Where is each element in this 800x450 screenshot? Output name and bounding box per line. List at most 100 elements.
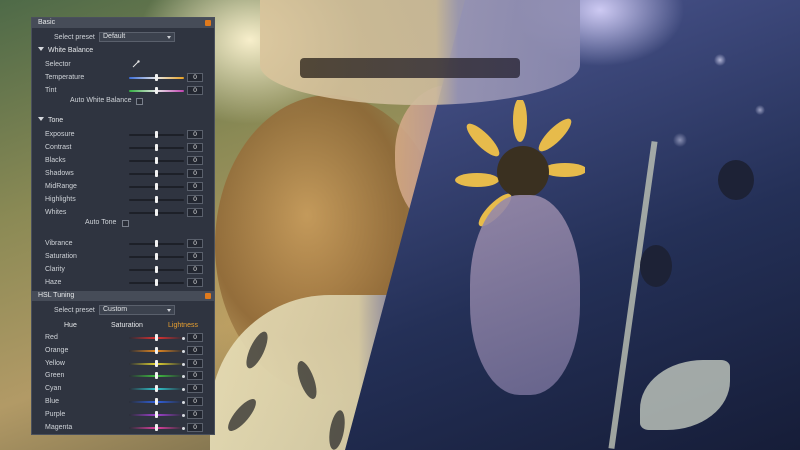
slider-value-field[interactable]: 0 bbox=[187, 371, 203, 381]
slider-label: Highlights bbox=[45, 196, 76, 203]
slider-label: Blacks bbox=[45, 157, 66, 164]
photo-hat bbox=[260, 0, 580, 105]
basic-section-header[interactable]: Basic bbox=[32, 18, 214, 28]
slider-value-field[interactable]: 0 bbox=[187, 384, 203, 394]
chevron-down-icon bbox=[167, 309, 171, 312]
slider-value-field[interactable]: 0 bbox=[187, 182, 203, 191]
slider-value-field[interactable]: 0 bbox=[187, 169, 203, 178]
slider-value-field[interactable]: 0 bbox=[187, 208, 203, 217]
slider-thumb[interactable] bbox=[155, 279, 158, 286]
slider-thumb[interactable] bbox=[155, 385, 158, 393]
slider-value-field[interactable]: 0 bbox=[187, 358, 203, 368]
slider-value-field[interactable]: 0 bbox=[187, 73, 203, 82]
basic-preset-label: Select preset bbox=[54, 34, 95, 41]
chevron-down-icon bbox=[167, 36, 171, 39]
slider-value-field[interactable]: 0 bbox=[187, 265, 203, 274]
slider-thumb[interactable] bbox=[155, 334, 158, 341]
auto-white-balance-label: Auto White Balance bbox=[70, 97, 132, 104]
slider-value-field[interactable]: 0 bbox=[187, 278, 203, 287]
close-icon[interactable] bbox=[205, 293, 211, 299]
slider-value-field[interactable]: 0 bbox=[187, 252, 203, 261]
slider-thumb[interactable] bbox=[155, 209, 158, 216]
white-balance-group-header[interactable]: White Balance bbox=[38, 47, 93, 54]
basic-preset-value: Default bbox=[103, 33, 126, 40]
auto-tone-label: Auto Tone bbox=[85, 219, 117, 226]
slider-label: Shadows bbox=[45, 170, 74, 177]
slider-value-field[interactable]: 0 bbox=[187, 422, 203, 432]
slider-label: Saturation bbox=[45, 253, 77, 260]
lightness-dot[interactable] bbox=[182, 413, 185, 417]
slider-label: Whites bbox=[45, 209, 67, 216]
slider-thumb[interactable] bbox=[155, 423, 158, 431]
selector-label: Selector bbox=[45, 61, 71, 68]
tone-title: Tone bbox=[48, 117, 64, 124]
lightness-dot[interactable] bbox=[182, 362, 185, 366]
tab-hue[interactable]: Hue bbox=[64, 322, 77, 329]
basic-section-title: Basic bbox=[38, 19, 56, 26]
lightness-dot[interactable] bbox=[182, 337, 185, 340]
slider-thumb[interactable] bbox=[155, 346, 158, 354]
slider-value-field[interactable]: 0 bbox=[187, 156, 203, 165]
hsl-preset-label: Select preset bbox=[54, 307, 95, 314]
eyedropper-icon[interactable] bbox=[132, 60, 140, 68]
slider-label: Temperature bbox=[45, 74, 85, 81]
slider-thumb[interactable] bbox=[155, 240, 158, 247]
slider-label: Yellow bbox=[45, 359, 65, 367]
slider-thumb[interactable] bbox=[155, 74, 158, 81]
lightness-dot[interactable] bbox=[182, 426, 185, 430]
photo-hat-band bbox=[300, 58, 520, 78]
slider-label: MidRange bbox=[45, 183, 77, 190]
slider-thumb[interactable] bbox=[155, 253, 158, 260]
slider-thumb[interactable] bbox=[155, 372, 158, 380]
tab-saturation[interactable]: Saturation bbox=[111, 322, 143, 329]
lightness-dot[interactable] bbox=[182, 401, 185, 404]
slider-label: Red bbox=[45, 334, 58, 341]
photo-hand bbox=[470, 195, 580, 395]
slider-label: Green bbox=[45, 372, 65, 380]
slider-label: Vibrance bbox=[45, 240, 73, 247]
slider-thumb[interactable] bbox=[155, 410, 158, 418]
slider-label: Contrast bbox=[45, 144, 72, 151]
slider-label: Exposure bbox=[45, 131, 75, 138]
lightness-dot[interactable] bbox=[182, 349, 185, 353]
slider-thumb[interactable] bbox=[155, 183, 158, 190]
slider-thumb[interactable] bbox=[155, 144, 158, 151]
slider-label: Blue bbox=[45, 398, 60, 405]
slider-label: Clarity bbox=[45, 266, 65, 273]
slider-thumb[interactable] bbox=[155, 170, 158, 177]
slider-thumb[interactable] bbox=[155, 266, 158, 273]
slider-thumb[interactable] bbox=[155, 131, 158, 138]
tone-group-header[interactable]: Tone bbox=[38, 117, 63, 124]
slider-value-field[interactable]: 0 bbox=[187, 333, 203, 342]
slider-value-field[interactable]: 0 bbox=[187, 345, 203, 355]
slider-thumb[interactable] bbox=[155, 87, 158, 94]
tab-lightness[interactable]: Lightness bbox=[168, 322, 198, 329]
slider-thumb[interactable] bbox=[155, 196, 158, 203]
photo-bud bbox=[718, 160, 754, 200]
auto-tone-checkbox[interactable] bbox=[122, 220, 129, 227]
adjustment-panel: Basic Select preset Default White Balanc… bbox=[31, 17, 215, 435]
slider-value-field[interactable]: 0 bbox=[187, 239, 203, 248]
slider-value-field[interactable]: 0 bbox=[187, 409, 203, 419]
hsl-section-header[interactable]: HSL Tuning bbox=[32, 291, 214, 301]
close-icon[interactable] bbox=[205, 20, 211, 26]
slider-value-field[interactable]: 0 bbox=[187, 143, 203, 152]
white-balance-title: White Balance bbox=[48, 47, 94, 54]
lightness-dot[interactable] bbox=[182, 388, 185, 392]
slider-thumb[interactable] bbox=[155, 157, 158, 164]
auto-white-balance-checkbox[interactable] bbox=[136, 98, 143, 105]
basic-preset-dropdown[interactable]: Default bbox=[99, 32, 175, 42]
hsl-preset-value: Custom bbox=[103, 306, 128, 313]
hsl-section-title: HSL Tuning bbox=[38, 292, 75, 299]
slider-thumb[interactable] bbox=[155, 359, 158, 367]
collapse-triangle-icon bbox=[38, 117, 44, 121]
photo-bud bbox=[640, 245, 672, 287]
slider-thumb[interactable] bbox=[155, 398, 158, 405]
hsl-preset-dropdown[interactable]: Custom bbox=[99, 305, 175, 315]
slider-value-field[interactable]: 0 bbox=[187, 86, 203, 95]
slider-label: Cyan bbox=[45, 385, 62, 393]
lightness-dot[interactable] bbox=[182, 375, 185, 379]
slider-value-field[interactable]: 0 bbox=[187, 130, 203, 139]
slider-value-field[interactable]: 0 bbox=[187, 397, 203, 406]
slider-value-field[interactable]: 0 bbox=[187, 195, 203, 204]
